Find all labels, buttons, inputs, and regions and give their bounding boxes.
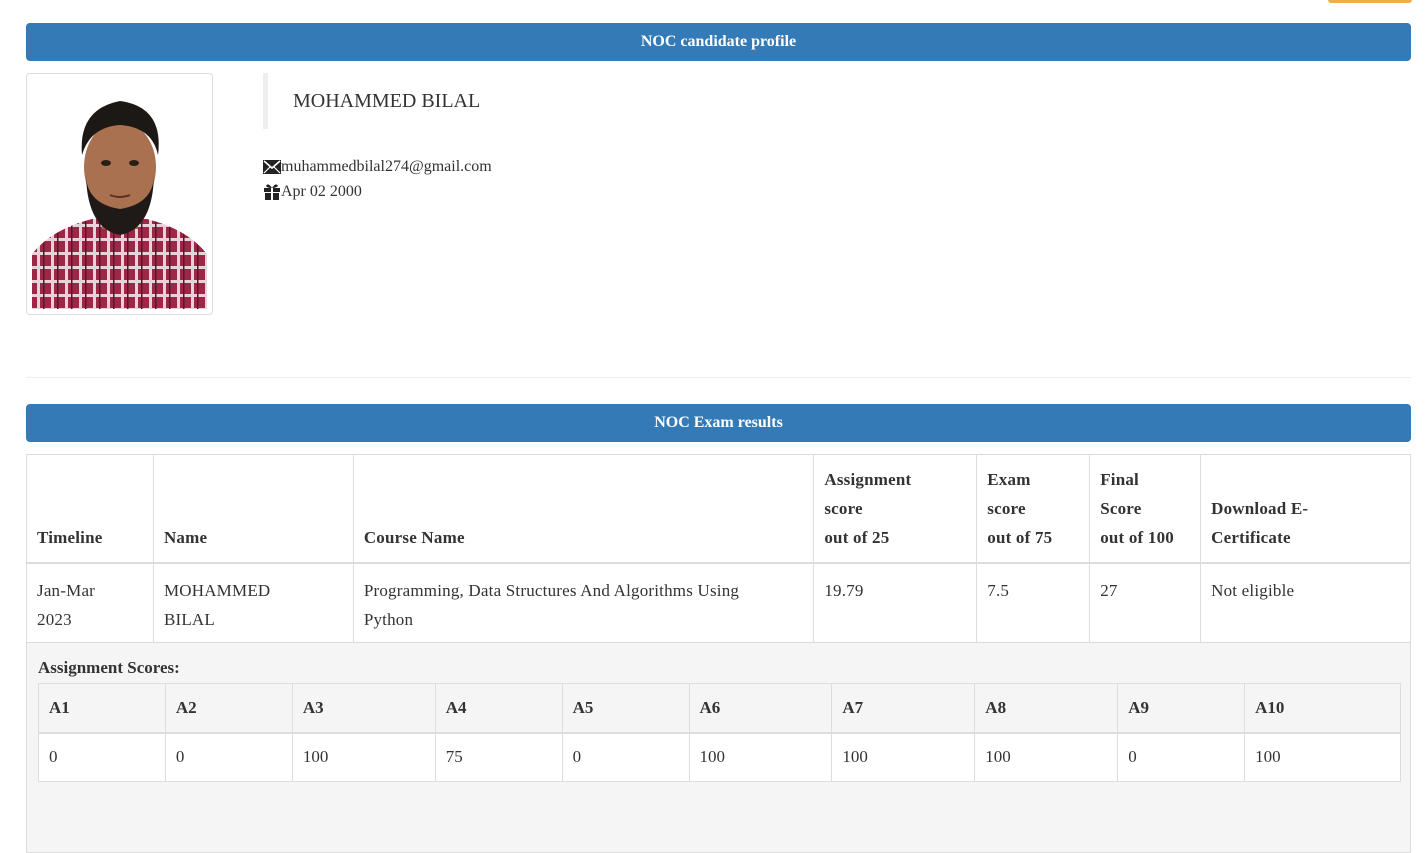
- candidate-email: muhammedbilal274@gmail.com: [281, 158, 492, 175]
- assignment-score: 100: [1244, 732, 1401, 782]
- assignment-score: 0: [38, 732, 166, 782]
- assignment-header: A10: [1244, 683, 1401, 734]
- email-row: muhammedbilal274@gmail.com: [263, 154, 492, 179]
- assignment-header: A8: [974, 683, 1119, 734]
- top-accent-bar: [1328, 0, 1412, 3]
- section-divider: [26, 377, 1411, 378]
- assignment-header: A7: [831, 683, 976, 734]
- assignment-header: A9: [1117, 683, 1246, 734]
- results-header-row: Timeline Name Course Name Assignment scor…: [26, 454, 1411, 564]
- assignment-score: 0: [1117, 732, 1246, 782]
- cell-course-name: Programming, Data Structures And Algorit…: [352, 562, 815, 643]
- assignment-score: 75: [434, 732, 563, 782]
- cell-assignment-score: 19.79: [813, 562, 978, 643]
- cell-exam-score: 7.5: [976, 562, 1091, 643]
- candidate-dob: Apr 02 2000: [281, 183, 362, 200]
- candidate-photo-image: [32, 79, 207, 309]
- results-header: NOC Exam results: [26, 404, 1411, 442]
- assignment-score: 0: [561, 732, 690, 782]
- candidate-photo: [26, 73, 213, 315]
- col-final-score: Final Score out of 100: [1089, 454, 1202, 564]
- cell-download-status: Not eligible: [1200, 562, 1411, 643]
- profile-header-title: NOC candidate profile: [640, 33, 797, 50]
- candidate-name-block: MOHAMMED BILAL: [263, 73, 480, 129]
- assignment-score: 100: [688, 732, 833, 782]
- gift-icon: [264, 184, 280, 200]
- candidate-profile: MOHAMMED BILAL muhammedbilal274@gmail.co…: [26, 61, 1411, 378]
- col-course-name: Course Name: [352, 454, 815, 564]
- cell-timeline: Jan-Mar 2023: [26, 562, 154, 643]
- candidate-name: MOHAMMED BILAL: [293, 89, 481, 112]
- assignment-header: A2: [164, 683, 293, 734]
- col-exam-score: Exam score out of 75: [976, 454, 1091, 564]
- assignment-score: 0: [164, 732, 293, 782]
- assignment-scores-title: Assignment Scores:: [38, 658, 180, 677]
- col-assignment-score: Assignment score out of 25: [813, 454, 978, 564]
- assignment-header: A4: [434, 683, 563, 734]
- assignment-scores-table: A1 A2 A3 A4 A5 A6 A7 A8 A9 A10 0 0 100 7…: [38, 683, 1401, 782]
- col-timeline: Timeline: [26, 454, 154, 564]
- cell-final-score: 27: [1089, 562, 1202, 643]
- envelope-icon: [263, 159, 281, 174]
- assignment-score: 100: [291, 732, 436, 782]
- assignment-score: 100: [831, 732, 976, 782]
- assignment-scores-section: Assignment Scores: A1 A2 A3 A4 A5 A6 A7 …: [26, 643, 1411, 853]
- results-table: Timeline Name Course Name Assignment scor…: [26, 454, 1411, 643]
- assignment-header-row: A1 A2 A3 A4 A5 A6 A7 A8 A9 A10: [38, 683, 1401, 734]
- dob-row: Apr 02 2000: [263, 179, 492, 204]
- assignment-score: 100: [974, 732, 1119, 782]
- cell-name: MOHAMMED BILAL: [152, 562, 354, 643]
- assignment-header: A5: [561, 683, 690, 734]
- col-name: Name: [152, 454, 354, 564]
- contact-info: muhammedbilal274@gmail.com Apr 02 2000: [263, 154, 492, 204]
- assignment-header: A1: [38, 683, 166, 734]
- profile-header: NOC candidate profile: [26, 23, 1411, 61]
- table-row: Jan-Mar 2023 MOHAMMED BILAL Programming, D…: [26, 562, 1411, 643]
- col-download-certificate: Download E- Certificate: [1200, 454, 1411, 564]
- results-header-title: NOC Exam results: [654, 414, 783, 431]
- assignment-header: A6: [688, 683, 833, 734]
- table-row: 0 0 100 75 0 100 100 100 0 100: [38, 732, 1401, 782]
- assignment-header: A3: [291, 683, 436, 734]
- page-content: NOC candidate profile MOHAMMED BILAL muh…: [26, 23, 1411, 853]
